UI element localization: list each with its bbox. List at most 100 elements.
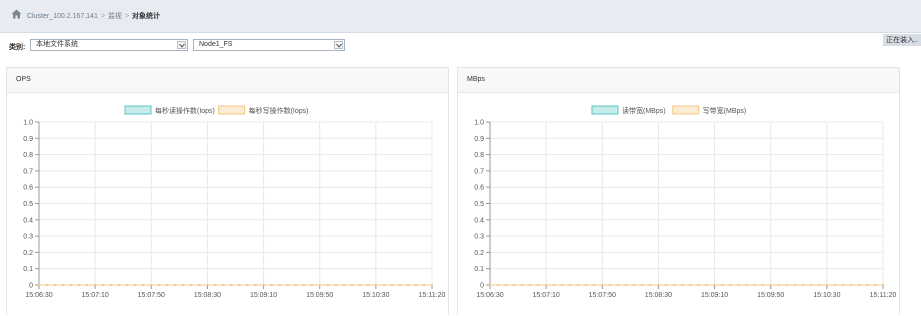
data-point [318, 284, 321, 286]
data-point [358, 284, 361, 286]
data-point [118, 284, 121, 286]
data-point [617, 284, 620, 286]
data-point [745, 284, 748, 286]
data-point [254, 284, 257, 286]
data-point [414, 284, 417, 286]
loading-indicator: 正在装入.. [883, 34, 921, 46]
x-tick-label: 15:09:10 [701, 292, 728, 299]
breadcrumb-item-cluster[interactable]: Cluster_100.2.167.141 [27, 13, 98, 20]
data-point [78, 284, 81, 286]
x-tick-label: 15:11:20 [419, 292, 446, 299]
data-point [270, 284, 273, 286]
data-point [366, 284, 369, 286]
data-point [222, 284, 225, 286]
data-point [374, 284, 377, 286]
y-tick-label: 0.9 [474, 136, 484, 143]
data-point [422, 284, 425, 286]
x-tick-label: 15:07:10 [82, 292, 109, 299]
x-tick-label: 15:08:30 [194, 292, 221, 299]
data-point [585, 284, 588, 286]
x-tick-label: 15:10:30 [813, 292, 840, 299]
data-point [62, 284, 65, 286]
data-point [497, 284, 500, 286]
data-point [657, 284, 660, 286]
data-point [150, 284, 153, 286]
y-tick-label: 1.0 [474, 120, 484, 127]
data-point [126, 284, 129, 286]
data-point [278, 284, 281, 286]
y-tick-label: 0.5 [474, 201, 484, 208]
data-point [737, 284, 740, 286]
y-tick-label: 0.8 [474, 152, 484, 159]
mbps-panel: MBps 读带宽(MBps) 写带宽(MBps) 1.0 0.9 0.8 0.7 0.6 0.… [457, 67, 900, 315]
data-point [809, 284, 812, 286]
y-tick-label: 0.2 [474, 250, 484, 257]
data-point [102, 284, 105, 286]
legend-swatch [218, 105, 246, 115]
data-point [561, 284, 564, 286]
node-select[interactable]: Node1_FS [193, 39, 345, 51]
data-point [230, 284, 233, 286]
data-point [793, 284, 796, 286]
data-point [817, 284, 820, 286]
data-point [521, 284, 524, 286]
data-point [601, 284, 604, 286]
data-point [553, 284, 556, 286]
node-select-value: Node1_FS [199, 41, 233, 48]
data-point [777, 284, 780, 286]
data-point [174, 284, 177, 286]
data-point [382, 284, 385, 286]
data-point [342, 284, 345, 286]
x-tick-label: 15:09:50 [306, 292, 333, 299]
legend-label: 每秒写操作数(Iops) [249, 106, 309, 115]
data-point [158, 284, 161, 286]
y-tick-label: 0.6 [474, 185, 484, 192]
panel-title: OPS [7, 68, 448, 93]
data-point [190, 284, 193, 286]
data-point [350, 284, 353, 286]
y-tick-label: 0.8 [23, 152, 33, 159]
data-point [182, 284, 185, 286]
data-point [246, 284, 249, 286]
data-point [70, 284, 73, 286]
category-select-value: 本地文件系统 [36, 41, 78, 48]
x-tick-label: 15:07:50 [589, 292, 616, 299]
chart-legend: 读带宽(MBps) 写带宽(MBps) [591, 105, 746, 115]
data-point [865, 284, 868, 286]
data-point [302, 284, 305, 286]
data-point [529, 284, 532, 286]
y-tick-label: 0.9 [23, 136, 33, 143]
data-point [94, 284, 97, 286]
data-point [729, 284, 732, 286]
x-tick-label: 15:09:50 [757, 292, 784, 299]
data-point [849, 284, 852, 286]
category-select[interactable]: 本地文件系统 [30, 39, 188, 51]
data-point [398, 284, 401, 286]
data-point [326, 284, 329, 286]
y-tick-label: 0.3 [474, 234, 484, 241]
legend-label: 读带宽(MBps) [622, 106, 666, 115]
data-point [721, 284, 724, 286]
y-tick-label: 0.5 [23, 201, 33, 208]
data-point [134, 284, 137, 286]
data-point [633, 284, 636, 286]
chevron-down-icon[interactable] [334, 41, 343, 49]
data-point [390, 284, 393, 286]
ops-chart: 每秒读操作数(Iops) 每秒写操作数(Iops) 1.0 0.9 0.8 0.7 0.6 0… [23, 105, 446, 299]
data-point [545, 284, 548, 286]
data-point [577, 284, 580, 286]
data-point [206, 284, 209, 286]
data-point [593, 284, 596, 286]
y-tick-label: 0.1 [23, 266, 33, 273]
x-tick-label: 15:06:30 [476, 292, 503, 299]
home-icon[interactable] [11, 9, 22, 19]
data-point [697, 284, 700, 286]
y-tick-label: 0.4 [23, 217, 33, 224]
y-tick-label: 0.2 [23, 250, 33, 257]
breadcrumb-item-monitor[interactable]: 监视 [108, 13, 122, 20]
x-tick-label: 15:10:30 [362, 292, 389, 299]
chevron-down-icon[interactable] [177, 41, 186, 49]
data-point [681, 284, 684, 286]
data-point [882, 284, 884, 286]
data-point [537, 284, 540, 286]
